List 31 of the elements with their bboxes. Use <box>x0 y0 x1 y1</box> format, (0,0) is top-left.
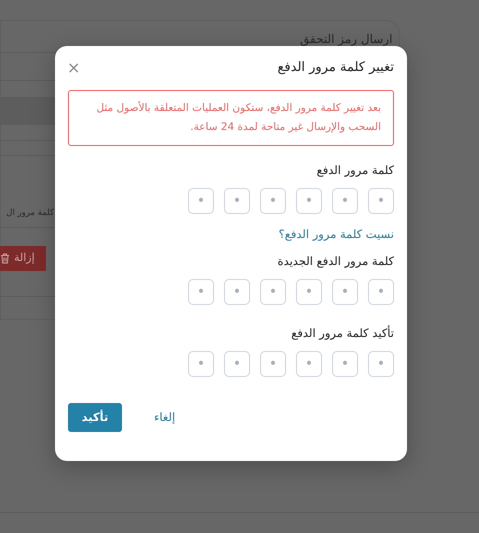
pin-input[interactable]: • <box>368 279 394 306</box>
pin-input[interactable]: • <box>224 279 250 306</box>
pin-input[interactable]: • <box>260 279 286 306</box>
pin-input[interactable]: • <box>296 351 322 378</box>
pin-input[interactable]: • <box>332 351 358 378</box>
trash-icon <box>0 253 10 264</box>
confirm-button[interactable]: تأكيد <box>68 403 122 432</box>
close-button[interactable]: × <box>67 60 80 76</box>
dialog-title: تغيير كلمة مرور الدفع <box>277 59 394 78</box>
pin-input[interactable]: • <box>368 351 394 378</box>
pin-input[interactable]: • <box>296 188 322 214</box>
remove-button[interactable]: إزالة <box>0 246 46 271</box>
pin-input[interactable]: • <box>224 188 250 214</box>
warning-message: بعد تغيير كلمة مرور الدفع، ستكون العمليات المتعلقة بالأصول مثل السحب والإرسال غير متاحة لمدة 24 ساعة. <box>68 90 394 146</box>
pin-input[interactable]: • <box>332 188 358 214</box>
forgot-password-link[interactable]: نسيت كلمة مرور الدفع؟ <box>278 226 394 244</box>
field-label: كلمة مرور الدفع الجديدة <box>276 253 394 270</box>
section-heading: ارسال رمز التحقق <box>300 31 392 48</box>
pin-input[interactable]: • <box>296 279 322 306</box>
pin-input[interactable]: • <box>188 279 214 306</box>
pin-input[interactable]: • <box>260 188 286 214</box>
text-field[interactable]: كلمة مرور ال <box>0 200 54 228</box>
pin-input[interactable]: • <box>332 279 358 306</box>
field-label: تأكيد كلمة مرور الدفع <box>290 325 394 342</box>
field-label: كلمة مرور الدفع <box>316 162 394 178</box>
pin-input[interactable]: • <box>188 188 214 214</box>
cancel-button[interactable]: إلغاء <box>150 409 180 426</box>
pin-input[interactable]: • <box>188 351 214 378</box>
pin-input[interactable]: • <box>224 351 250 378</box>
pin-input[interactable]: • <box>260 351 286 378</box>
pin-input[interactable]: • <box>368 188 394 214</box>
